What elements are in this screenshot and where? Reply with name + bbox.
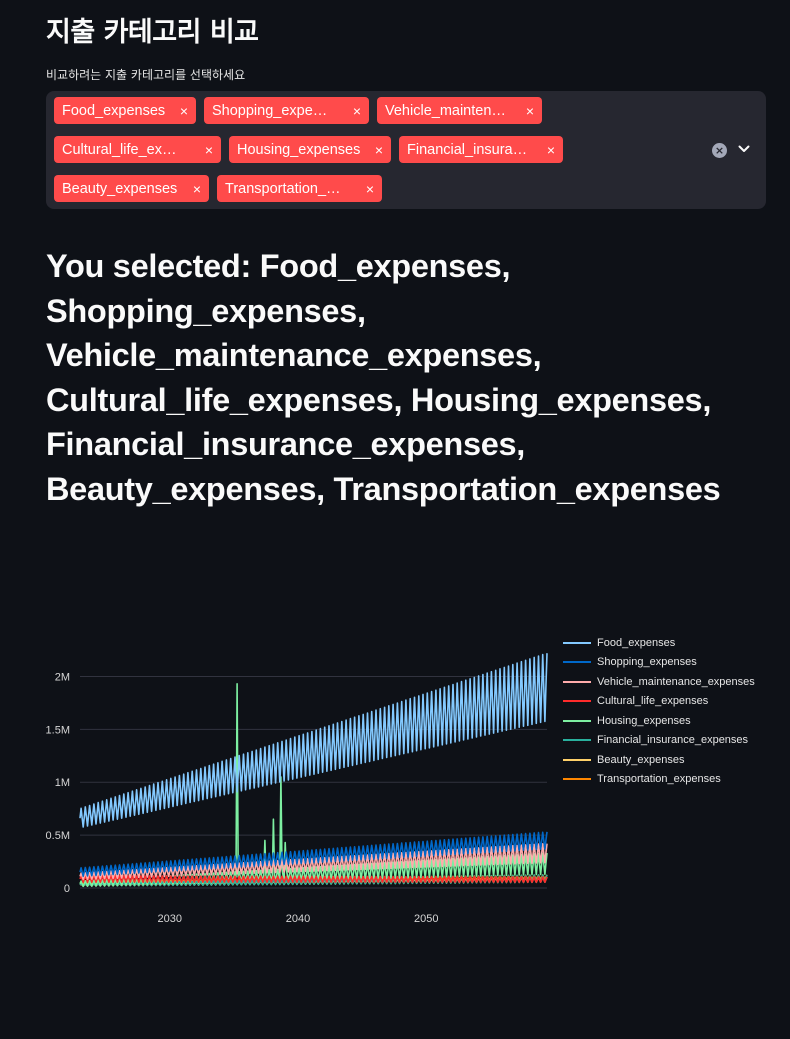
selected-chips: Food_expenses × Shopping_expe… × Vehicle_mai… [54, 97, 704, 214]
chip-label: Vehicle_mainten… [385, 102, 506, 119]
legend-item[interactable]: Financial_insurance_expenses [563, 731, 755, 751]
multiselect-label: 비교하려는 지출 카테고리를 선택하세요 [46, 68, 246, 82]
remove-chip-icon[interactable]: × [205, 142, 213, 158]
x-tick-label: 2050 [414, 913, 438, 925]
selected-chip[interactable]: Financial_insura… × [399, 136, 563, 163]
selected-chip[interactable]: Transportation_… × [217, 175, 382, 202]
legend-swatch [563, 661, 591, 664]
legend-item[interactable]: Housing_expenses [563, 711, 755, 731]
legend-swatch [563, 719, 591, 722]
y-tick-label: 0.5M [46, 830, 70, 842]
legend-label: Beauty_expenses [597, 753, 685, 766]
legend-swatch [563, 680, 591, 683]
chip-label: Transportation_… [225, 180, 341, 197]
legend-item[interactable]: Food_expenses [563, 633, 755, 653]
remove-chip-icon[interactable]: × [547, 142, 555, 158]
remove-chip-icon[interactable]: × [375, 142, 383, 158]
legend-label: Cultural_life_expenses [597, 695, 709, 708]
legend-item[interactable]: Vehicle_maintenance_expenses [563, 672, 755, 692]
clear-all-icon[interactable]: × [712, 143, 727, 158]
legend-label: Vehicle_maintenance_expenses [597, 675, 755, 688]
remove-chip-icon[interactable]: × [180, 103, 188, 119]
legend-swatch [563, 641, 591, 644]
selected-chip[interactable]: Vehicle_mainten… × [377, 97, 542, 124]
legend-swatch [563, 778, 591, 781]
chip-row: Beauty_expenses × Transportation_… × [54, 175, 704, 202]
legend-label: Transportation_expenses [597, 773, 721, 786]
x-tick-label: 2030 [158, 913, 182, 925]
chart-legend: Food_expenses Shopping_expenses Vehicle_ma… [563, 633, 755, 789]
chip-label: Shopping_expe… [212, 102, 328, 119]
series-line [79, 653, 548, 828]
chevron-down-icon[interactable] [737, 139, 751, 159]
y-tick-label: 1M [55, 777, 70, 789]
chip-label: Cultural_life_ex… [62, 141, 177, 158]
chip-row: Food_expenses × Shopping_expe… × Vehicle_mai… [54, 97, 704, 124]
selected-chip[interactable]: Shopping_expe… × [204, 97, 369, 124]
chip-label: Housing_expenses [237, 141, 361, 158]
y-tick-label: 0 [64, 883, 70, 895]
legend-label: Food_expenses [597, 636, 676, 649]
chip-label: Financial_insura… [407, 141, 528, 158]
y-tick-label: 1.5M [46, 724, 70, 736]
chip-label: Beauty_expenses [62, 180, 178, 197]
legend-item[interactable]: Beauty_expenses [563, 750, 755, 770]
remove-chip-icon[interactable]: × [526, 103, 534, 119]
remove-chip-icon[interactable]: × [193, 181, 201, 197]
remove-chip-icon[interactable]: × [353, 103, 361, 119]
y-tick-label: 2M [55, 671, 70, 683]
legend-item[interactable]: Cultural_life_expenses [563, 692, 755, 712]
legend-item[interactable]: Shopping_expenses [563, 653, 755, 673]
selected-chip[interactable]: Housing_expenses × [229, 136, 391, 163]
chip-label: Food_expenses [62, 102, 166, 119]
legend-item[interactable]: Transportation_expenses [563, 770, 755, 790]
legend-label: Financial_insurance_expenses [597, 734, 749, 747]
category-multiselect[interactable]: Food_expenses × Shopping_expe… × Vehicle_mai… [46, 91, 766, 209]
x-tick-label: 2040 [286, 913, 310, 925]
page-title: 지출 카테고리 비교 [46, 17, 259, 48]
legend-swatch [563, 700, 591, 703]
selected-heading: You selected: Food_expenses, Shopping_ex… [46, 248, 721, 507]
legend-label: Shopping_expenses [597, 656, 697, 669]
legend-label: Housing_expenses [597, 714, 691, 727]
selected-chip[interactable]: Food_expenses × [54, 97, 196, 124]
chip-row: Cultural_life_ex… × Housing_expenses × Finan… [54, 136, 704, 163]
selected-chip[interactable]: Beauty_expenses × [54, 175, 209, 202]
legend-swatch [563, 758, 591, 761]
legend-swatch [563, 739, 591, 742]
app-page: 지출 카테고리 비교 비교하려는 지출 카테고리를 선택하세요 Food_exp… [0, 0, 790, 1039]
selected-chip[interactable]: Cultural_life_ex… × [54, 136, 221, 163]
remove-chip-icon[interactable]: × [366, 181, 374, 197]
